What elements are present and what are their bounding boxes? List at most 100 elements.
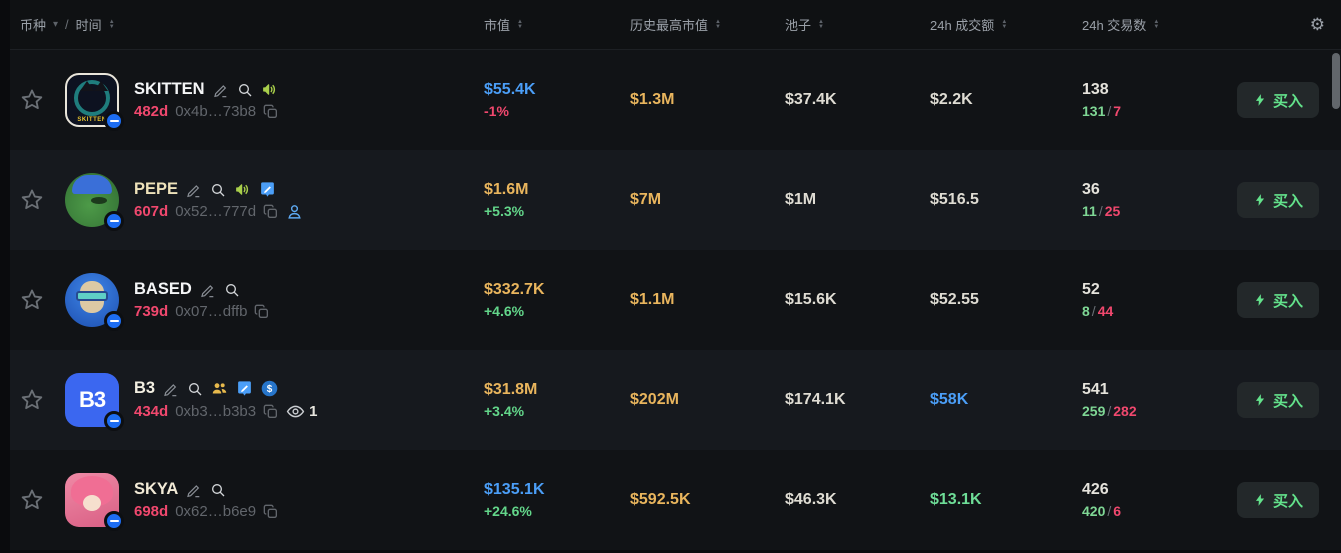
- copy-icon: [263, 404, 279, 420]
- tx-sells: 25: [1105, 203, 1121, 219]
- change-percent: +24.6%: [484, 503, 630, 519]
- search-token-button[interactable]: [210, 482, 226, 498]
- token-avatar[interactable]: [65, 273, 119, 327]
- gear-icon[interactable]: ⚙: [1310, 15, 1325, 35]
- tx-buys: 259: [1082, 403, 1105, 419]
- txns-cell: 36 11/25: [1082, 181, 1237, 219]
- edit-name-button[interactable]: [163, 381, 179, 397]
- tx-buys: 8: [1082, 303, 1090, 319]
- search-icon: [210, 182, 226, 198]
- change-percent: +5.3%: [484, 203, 630, 219]
- table-row: SKYA 698d 0x62…b6e9 $135.1K +24.6% $592.…: [10, 450, 1341, 550]
- tx-sells: 282: [1113, 403, 1136, 419]
- token-symbol[interactable]: PEPE: [134, 180, 178, 199]
- token-avatar[interactable]: SKITTEN: [65, 73, 119, 127]
- copy-icon: [263, 204, 279, 220]
- favorite-button[interactable]: [10, 487, 54, 513]
- pool-label: 池子: [785, 15, 811, 34]
- tx-buys: 420: [1082, 503, 1105, 519]
- volume-value: $2.2K: [930, 91, 1082, 109]
- col-header-txns[interactable]: 24h 交易数▲▼: [1082, 15, 1237, 34]
- buy-button[interactable]: 买入: [1237, 82, 1319, 118]
- note-badge-icon: [236, 380, 253, 397]
- tx-sells: 44: [1098, 303, 1114, 319]
- token-address: 0xb3…b3b3: [175, 403, 256, 420]
- pencil-icon: [186, 482, 202, 498]
- left-gutter: [0, 0, 10, 553]
- change-percent: +4.6%: [484, 303, 630, 319]
- buy-button[interactable]: 买入: [1237, 482, 1319, 518]
- pool-value: $174.1K: [785, 391, 930, 409]
- col-header-volume[interactable]: 24h 成交额▲▼: [930, 15, 1082, 34]
- search-token-button[interactable]: [210, 182, 226, 198]
- token-symbol[interactable]: B3: [134, 379, 155, 398]
- token-time-separator: /: [65, 17, 69, 32]
- copy-address-button[interactable]: [263, 504, 279, 520]
- base-chain-badge-icon: [104, 511, 124, 531]
- buy-button[interactable]: 买入: [1237, 182, 1319, 218]
- token-avatar[interactable]: [65, 473, 119, 527]
- market-cap-value: $1.6M: [484, 181, 630, 199]
- ath-value: $592.5K: [630, 491, 785, 509]
- market-cap-cell: $135.1K +24.6%: [484, 481, 630, 519]
- base-chain-badge-icon: [104, 211, 124, 231]
- search-token-button[interactable]: [187, 381, 203, 397]
- token-symbol[interactable]: SKITTEN: [134, 80, 205, 99]
- market-cap-cell: $31.8M +3.4%: [484, 381, 630, 419]
- favorite-button[interactable]: [10, 187, 54, 213]
- col-header-ath[interactable]: 历史最高市值▲▼: [630, 15, 785, 34]
- tx-total: 138: [1082, 81, 1237, 99]
- buy-button-label: 买入: [1273, 190, 1303, 211]
- token-age: 482d: [134, 103, 168, 120]
- ath-value: $202M: [630, 391, 785, 409]
- token-info: BASED 739d 0x07…dffb: [122, 280, 484, 320]
- ath-value: $7M: [630, 191, 785, 209]
- tx-separator: /: [1090, 303, 1098, 319]
- tx-total: 52: [1082, 281, 1237, 299]
- search-token-button[interactable]: [224, 282, 240, 298]
- lightning-icon: [1253, 393, 1267, 407]
- star-icon: [19, 287, 45, 313]
- tx-buys: 11: [1082, 203, 1097, 219]
- base-chain-badge-icon: [104, 311, 124, 331]
- dev-profile-button[interactable]: [286, 203, 303, 220]
- copy-address-button[interactable]: [263, 104, 279, 120]
- copy-address-button[interactable]: [263, 404, 279, 420]
- edit-name-button[interactable]: [186, 482, 202, 498]
- txns-label: 24h 交易数: [1082, 15, 1146, 34]
- favorite-button[interactable]: [10, 387, 54, 413]
- col-header-pool[interactable]: 池子▲▼: [785, 15, 930, 34]
- token-age: 434d: [134, 403, 168, 420]
- col-header-market-cap[interactable]: 市值▲▼: [484, 15, 630, 34]
- favorite-button[interactable]: [10, 287, 54, 313]
- tx-separator: /: [1097, 203, 1105, 219]
- market-cap-label: 市值: [484, 15, 510, 34]
- edit-name-button[interactable]: [186, 182, 202, 198]
- chevron-down-icon: ▾: [53, 19, 58, 30]
- pool-value: $46.3K: [785, 491, 930, 509]
- table-row: PEPE 607d 0x52…777d $1.6M +5.3% $7M $1M …: [10, 150, 1341, 250]
- edit-name-button[interactable]: [213, 82, 229, 98]
- token-info: PEPE 607d 0x52…777d: [122, 180, 484, 220]
- header-settings: ⚙: [1237, 15, 1341, 35]
- token-avatar[interactable]: [65, 173, 119, 227]
- edit-name-button[interactable]: [200, 282, 216, 298]
- copy-address-button[interactable]: [254, 304, 270, 320]
- token-symbol[interactable]: BASED: [134, 280, 192, 299]
- search-token-button[interactable]: [237, 82, 253, 98]
- col-header-token-time[interactable]: 币种▾ / 时间▲▼: [10, 15, 484, 34]
- buy-button[interactable]: 买入: [1237, 382, 1319, 418]
- buy-button[interactable]: 买入: [1237, 282, 1319, 318]
- token-avatar[interactable]: B3: [65, 373, 119, 427]
- star-icon: [19, 187, 45, 213]
- token-address: 0x52…777d: [175, 203, 256, 220]
- volume-value: $52.55: [930, 291, 1082, 309]
- lightning-icon: [1253, 93, 1267, 107]
- copy-address-button[interactable]: [263, 204, 279, 220]
- favorite-button[interactable]: [10, 87, 54, 113]
- copy-icon: [263, 504, 279, 520]
- sort-icon: ▲▼: [109, 20, 115, 30]
- token-symbol[interactable]: SKYA: [134, 480, 178, 499]
- vertical-scrollbar-thumb[interactable]: [1332, 53, 1340, 109]
- txns-cell: 138 131/7: [1082, 81, 1237, 119]
